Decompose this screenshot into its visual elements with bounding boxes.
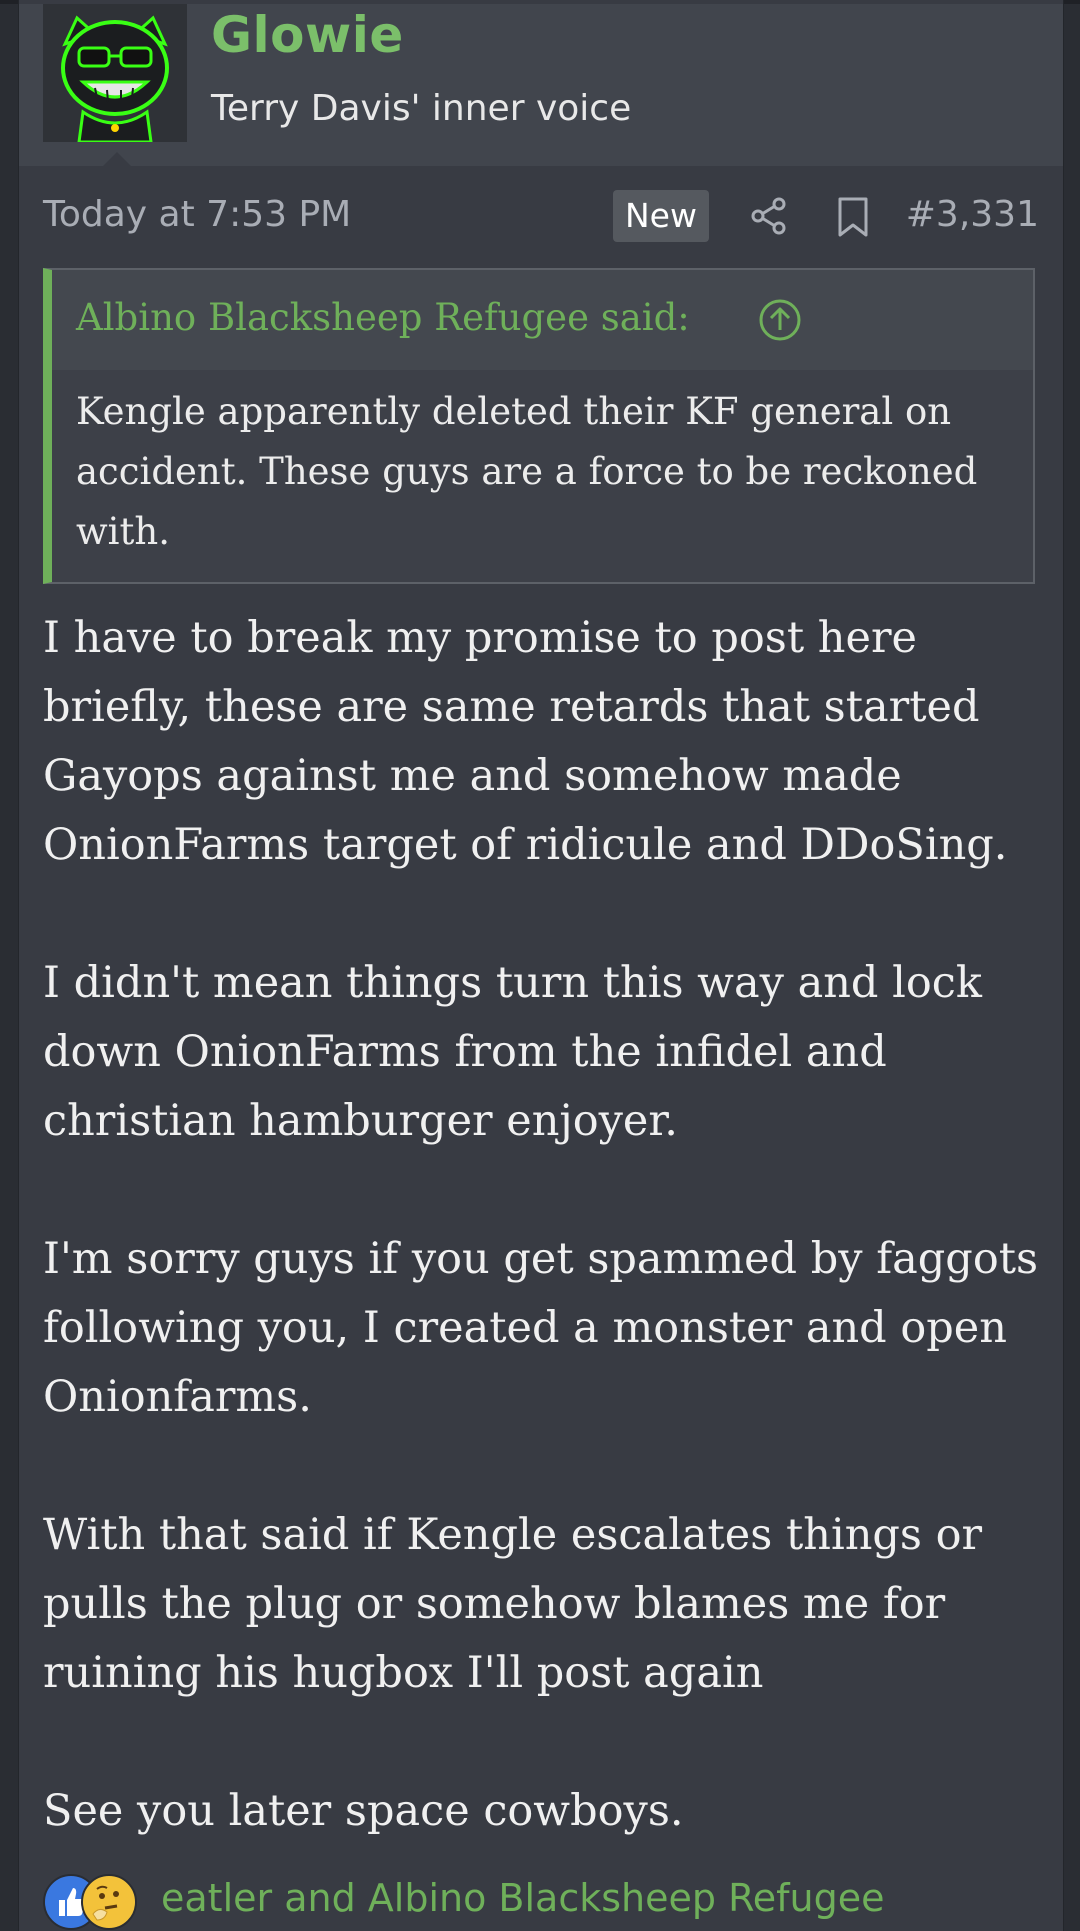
body-paragraph: I didn't mean things turn this way and l… (43, 958, 982, 1146)
reactions-bar[interactable]: eatler and Albino Blacksheep Refugee (43, 1872, 1043, 1930)
post-container: Glowie Terry Davis' inner voice Today at… (18, 0, 1064, 1931)
post-body: I have to break my promise to post here … (43, 604, 1043, 1915)
body-paragraph: I have to break my promise to post here … (43, 613, 1008, 870)
body-paragraph: I'm sorry guys if you get spammed by fag… (43, 1234, 1039, 1422)
post-meta: Today at 7:53 PM New #3,331 (43, 190, 1039, 244)
new-badge: New (613, 190, 709, 242)
quote-text: Kengle apparently deleted their KF gener… (76, 390, 978, 553)
body-paragraph: With that said if Kengle escalates thing… (43, 1510, 983, 1698)
avatar[interactable] (43, 4, 187, 142)
post-number-link[interactable]: #3,331 (906, 194, 1039, 235)
username[interactable]: Glowie (211, 6, 404, 64)
user-header: Glowie Terry Davis' inner voice (19, 4, 1063, 166)
quote-header: Albino Blacksheep Refugee said: (52, 270, 1033, 370)
avatar-caret (103, 152, 131, 166)
body-paragraph: See you later space cowboys. (43, 1786, 684, 1836)
arrow-up-circle-icon[interactable] (758, 298, 802, 346)
thinking-face-icon (81, 1874, 137, 1930)
quote-block: Albino Blacksheep Refugee said: Kengle a… (43, 268, 1035, 584)
reaction-users-link[interactable]: eatler and Albino Blacksheep Refugee (161, 1876, 884, 1920)
post-timestamp[interactable]: Today at 7:53 PM (43, 194, 351, 235)
user-title: Terry Davis' inner voice (211, 88, 632, 129)
glowing-cat-avatar-icon (43, 4, 187, 142)
bookmark-icon[interactable] (835, 196, 871, 242)
share-icon[interactable] (749, 196, 789, 240)
quote-author-link[interactable]: Albino Blacksheep Refugee said: (76, 296, 690, 339)
